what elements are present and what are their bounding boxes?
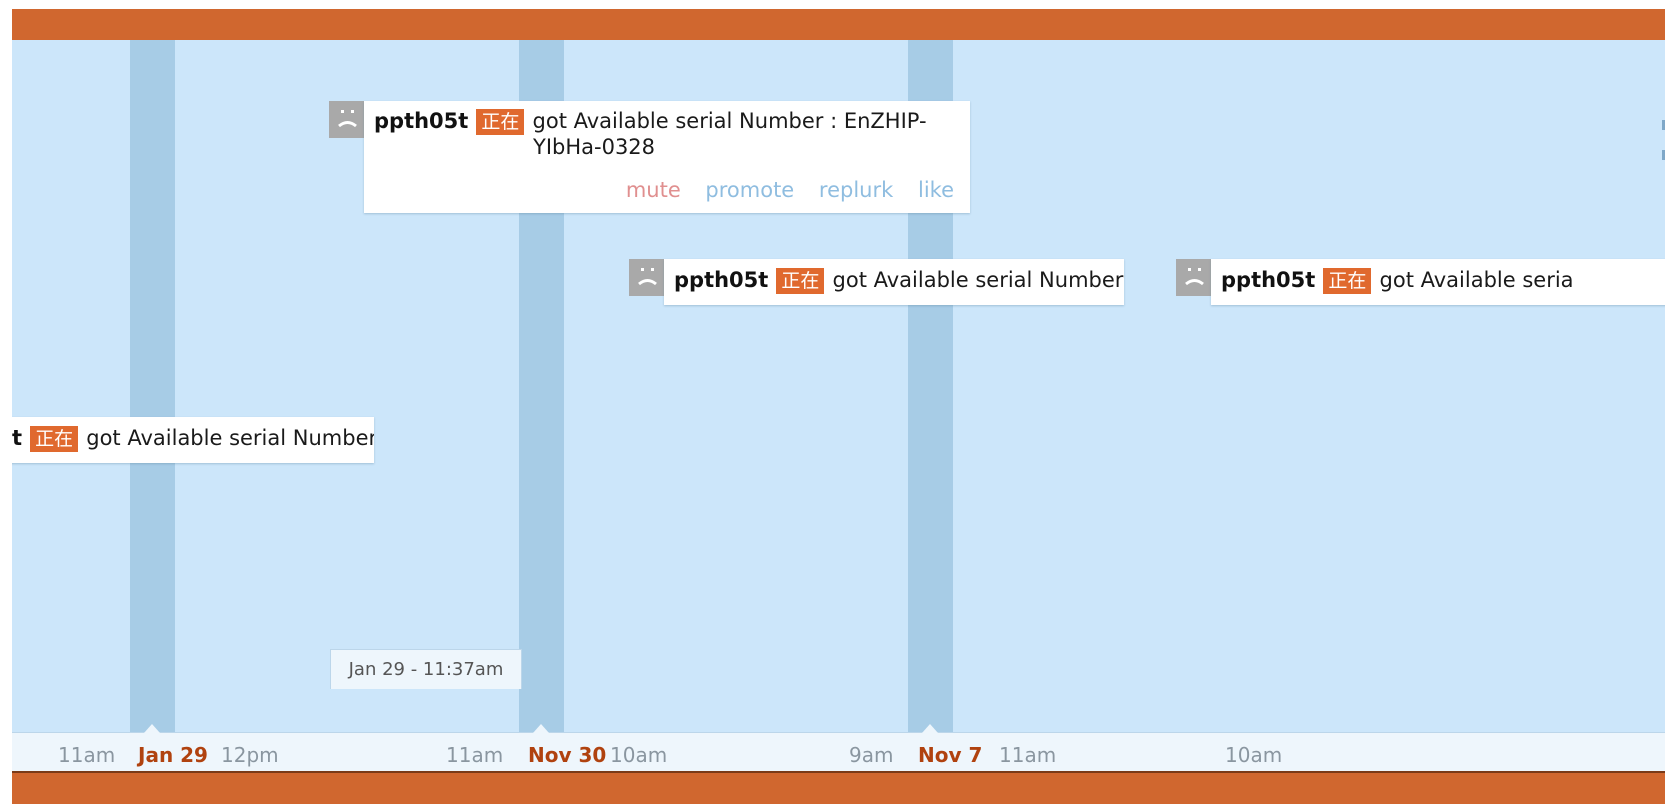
day-marker xyxy=(533,724,549,733)
time-tooltip: Jan 29 - 11:37am xyxy=(330,649,522,689)
plurk-message: got Available serial Number : EnZHIP- xyxy=(532,109,927,133)
plurk-qualifier-badge: 正在 xyxy=(776,268,825,294)
plurk-qualifier-badge: 正在 xyxy=(30,426,79,452)
plurk-username[interactable]: ppth05t xyxy=(1221,268,1315,292)
plurk-timeline-frame: ppth05t 正在 got Available serial Number :… xyxy=(12,9,1665,804)
day-column-jan-29 xyxy=(130,40,175,732)
time-label: 10am xyxy=(610,743,668,767)
date-label[interactable]: Nov 30 xyxy=(528,743,606,767)
plurk-bubble[interactable]: t 正在 got Available serial Number xyxy=(12,417,374,463)
default-avatar-icon[interactable] xyxy=(329,101,366,138)
plurk-message: got Available serial Number xyxy=(832,268,1124,292)
plurk-actions: mute promote replurk like xyxy=(608,178,954,202)
day-marker xyxy=(922,724,938,733)
plurk-message-continued: YIbHa-0328 xyxy=(533,135,656,159)
plurk-username[interactable]: ppth05t xyxy=(674,268,768,292)
plurk-username[interactable]: ppth05t xyxy=(374,109,468,133)
promote-link[interactable]: promote xyxy=(705,178,794,202)
plurk-message: got Available seria xyxy=(1379,268,1574,292)
mute-link[interactable]: mute xyxy=(626,178,681,202)
scroll-edge-marks xyxy=(1662,120,1665,160)
top-bar xyxy=(12,9,1665,40)
date-label[interactable]: Nov 7 xyxy=(918,743,982,767)
time-label: 12pm xyxy=(221,743,279,767)
plurk-message: got Available serial Number xyxy=(86,426,374,450)
date-label[interactable]: Jan 29 xyxy=(138,743,208,767)
bottom-bar xyxy=(12,771,1665,804)
day-marker xyxy=(144,724,160,733)
default-avatar-icon[interactable] xyxy=(629,259,666,296)
plurk-qualifier-badge: 正在 xyxy=(476,109,525,135)
default-avatar-icon[interactable] xyxy=(1176,259,1213,296)
plurk-qualifier-badge: 正在 xyxy=(1323,268,1372,294)
time-label: 11am xyxy=(58,743,116,767)
timeline-canvas[interactable]: ppth05t 正在 got Available serial Number :… xyxy=(12,40,1665,732)
plurk-bubble[interactable]: ppth05t 正在 got Available seria xyxy=(1211,259,1665,305)
plurk-bubble[interactable]: ppth05t 正在 got Available serial Number :… xyxy=(364,101,970,213)
time-axis[interactable]: 11am Jan 29 12pm 11am Nov 30 10am 9am No… xyxy=(12,724,1665,771)
time-label: 11am xyxy=(446,743,504,767)
time-label: 11am xyxy=(999,743,1057,767)
plurk-bubble[interactable]: ppth05t 正在 got Available serial Number xyxy=(664,259,1124,305)
plurk-username[interactable]: t xyxy=(12,426,22,450)
time-label: 10am xyxy=(1225,743,1283,767)
like-link[interactable]: like xyxy=(918,178,954,202)
time-label: 9am xyxy=(849,743,894,767)
replurk-link[interactable]: replurk xyxy=(819,178,893,202)
